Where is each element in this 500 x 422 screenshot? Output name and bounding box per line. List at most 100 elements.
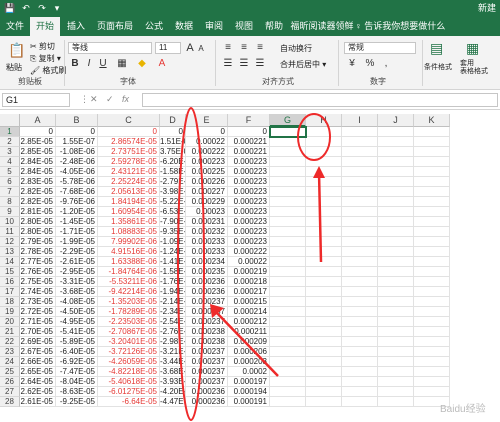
cell-g27[interactable] bbox=[270, 387, 306, 397]
customize-toolbar-icon[interactable]: ▾ bbox=[52, 2, 62, 15]
cell-e9[interactable]: 0.00023 bbox=[186, 207, 228, 217]
cell-f6[interactable]: 0.000223 bbox=[228, 177, 270, 187]
cell-d24[interactable]: -3.44E-05 bbox=[160, 357, 186, 367]
cell-b14[interactable]: -2.61E-05 bbox=[56, 257, 98, 267]
row-header[interactable]: 22 bbox=[0, 337, 20, 347]
cell-a4[interactable]: 2.84E-05 bbox=[20, 157, 56, 167]
cell-i10[interactable] bbox=[342, 217, 378, 227]
cell-k1[interactable] bbox=[414, 127, 450, 137]
cell-f17[interactable]: 0.000217 bbox=[228, 287, 270, 297]
enter-icon[interactable]: ✓ bbox=[106, 94, 114, 105]
cell-b28[interactable]: -9.25E-05 bbox=[56, 397, 98, 407]
cell-h6[interactable] bbox=[306, 177, 342, 187]
cancel-icon[interactable]: ✕ bbox=[90, 94, 98, 105]
cell-b7[interactable]: -7.68E-06 bbox=[56, 187, 98, 197]
cell-d26[interactable]: -3.93E-05 bbox=[160, 377, 186, 387]
cell-b4[interactable]: -2.48E-06 bbox=[56, 157, 98, 167]
cell-j14[interactable] bbox=[378, 257, 414, 267]
cell-h13[interactable] bbox=[306, 247, 342, 257]
cell-g26[interactable] bbox=[270, 377, 306, 387]
cell-i23[interactable] bbox=[342, 347, 378, 357]
cell-i2[interactable] bbox=[342, 137, 378, 147]
cell-h19[interactable] bbox=[306, 307, 342, 317]
cell-b27[interactable]: -8.63E-05 bbox=[56, 387, 98, 397]
cell-a27[interactable]: 2.62E-05 bbox=[20, 387, 56, 397]
cell-b18[interactable]: -4.08E-05 bbox=[56, 297, 98, 307]
cell-h16[interactable] bbox=[306, 277, 342, 287]
row-header[interactable]: 9 bbox=[0, 207, 20, 217]
cell-a6[interactable]: 2.83E-05 bbox=[20, 177, 56, 187]
redo-icon[interactable]: ↷ bbox=[36, 2, 48, 15]
cell-d20[interactable]: -2.54E-05 bbox=[160, 317, 186, 327]
cell-c25[interactable]: -4.82218E-05 bbox=[98, 367, 160, 377]
row-header[interactable]: 18 bbox=[0, 297, 20, 307]
cell-j16[interactable] bbox=[378, 277, 414, 287]
insert-function-icon[interactable]: fx bbox=[122, 94, 129, 104]
cell-c3[interactable]: 2.73751E-05 bbox=[98, 147, 160, 157]
cell-b22[interactable]: -5.89E-05 bbox=[56, 337, 98, 347]
cell-d25[interactable]: -3.68E-05 bbox=[160, 367, 186, 377]
row-header[interactable]: 4 bbox=[0, 157, 20, 167]
tab-data[interactable]: 数据 bbox=[170, 17, 198, 36]
cell-a7[interactable]: 2.82E-05 bbox=[20, 187, 56, 197]
cell-a14[interactable]: 2.77E-05 bbox=[20, 257, 56, 267]
cell-k22[interactable] bbox=[414, 337, 450, 347]
cell-j13[interactable] bbox=[378, 247, 414, 257]
cell-b16[interactable]: -3.31E-05 bbox=[56, 277, 98, 287]
cell-e14[interactable]: 0.000234 bbox=[186, 257, 228, 267]
cell-i27[interactable] bbox=[342, 387, 378, 397]
column-header-h[interactable]: H bbox=[306, 114, 342, 127]
cell-a13[interactable]: 2.78E-05 bbox=[20, 247, 56, 257]
cell-g13[interactable] bbox=[270, 247, 306, 257]
cell-f2[interactable]: 0.000221 bbox=[228, 137, 270, 147]
cell-k5[interactable] bbox=[414, 167, 450, 177]
cell-k14[interactable] bbox=[414, 257, 450, 267]
cell-k27[interactable] bbox=[414, 387, 450, 397]
cell-c20[interactable]: -2.23503E-05 bbox=[98, 317, 160, 327]
cell-k19[interactable] bbox=[414, 307, 450, 317]
cell-g22[interactable] bbox=[270, 337, 306, 347]
cell-a5[interactable]: 2.84E-05 bbox=[20, 167, 56, 177]
cell-a24[interactable]: 2.66E-05 bbox=[20, 357, 56, 367]
cell-c21[interactable]: -2.70867E-05 bbox=[98, 327, 160, 337]
cell-k25[interactable] bbox=[414, 367, 450, 377]
cell-i21[interactable] bbox=[342, 327, 378, 337]
cell-j5[interactable] bbox=[378, 167, 414, 177]
cell-g9[interactable] bbox=[270, 207, 306, 217]
cell-h20[interactable] bbox=[306, 317, 342, 327]
cell-g2[interactable] bbox=[270, 137, 306, 147]
cell-e7[interactable]: 0.000227 bbox=[186, 187, 228, 197]
cell-g24[interactable] bbox=[270, 357, 306, 367]
cell-j8[interactable] bbox=[378, 197, 414, 207]
increase-font-icon[interactable]: A bbox=[185, 42, 195, 54]
row-header[interactable]: 14 bbox=[0, 257, 20, 267]
cell-a3[interactable]: 2.85E-05 bbox=[20, 147, 56, 157]
cell-g17[interactable] bbox=[270, 287, 306, 297]
cell-k20[interactable] bbox=[414, 317, 450, 327]
formula-input[interactable] bbox=[142, 93, 498, 107]
cell-g23[interactable] bbox=[270, 347, 306, 357]
decrease-font-icon[interactable]: A bbox=[196, 43, 206, 55]
cell-h18[interactable] bbox=[306, 297, 342, 307]
cell-h23[interactable] bbox=[306, 347, 342, 357]
cell-d7[interactable]: -3.98E-06 bbox=[160, 187, 186, 197]
percent-button[interactable]: % bbox=[364, 58, 376, 70]
row-header[interactable]: 8 bbox=[0, 197, 20, 207]
cell-a16[interactable]: 2.75E-05 bbox=[20, 277, 56, 287]
cell-k28[interactable] bbox=[414, 397, 450, 407]
column-header-b[interactable]: B bbox=[56, 114, 98, 127]
cell-g28[interactable] bbox=[270, 397, 306, 407]
tab-insert[interactable]: 插入 bbox=[62, 17, 90, 36]
cell-j3[interactable] bbox=[378, 147, 414, 157]
cell-c23[interactable]: -3.72126E-05 bbox=[98, 347, 160, 357]
cell-i15[interactable] bbox=[342, 267, 378, 277]
cell-d17[interactable]: -1.94E-05 bbox=[160, 287, 186, 297]
cell-g19[interactable] bbox=[270, 307, 306, 317]
cell-a9[interactable]: 2.81E-05 bbox=[20, 207, 56, 217]
cell-d1[interactable]: 0 bbox=[160, 127, 186, 137]
align-middle-icon[interactable]: ≡ bbox=[238, 42, 250, 54]
currency-icon[interactable]: ¥ bbox=[346, 58, 358, 70]
cell-j25[interactable] bbox=[378, 367, 414, 377]
tab-help[interactable]: 帮助 bbox=[260, 17, 288, 36]
cell-f4[interactable]: 0.000223 bbox=[228, 157, 270, 167]
